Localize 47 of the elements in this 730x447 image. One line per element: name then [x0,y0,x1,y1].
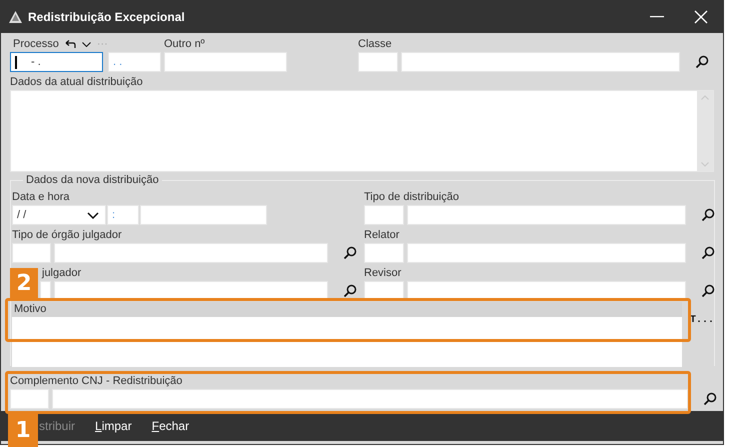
search-icon[interactable] [695,55,709,69]
close-icon[interactable] [694,10,708,24]
date-extra-field[interactable] [140,205,267,225]
field-label: Data e hora [12,190,70,205]
field-label: Tipo de órgão julgador [12,228,123,243]
minimize-icon[interactable] [650,16,664,18]
toolbar-button[interactable]: Limpar [86,419,141,433]
group-legend: Dados da nova distribuição [23,173,162,187]
callout-badge: 2 [10,268,38,298]
search-icon[interactable] [701,208,715,222]
section-label: Dados da atual distribuição [10,75,144,90]
pyramid-icon [9,10,22,22]
code-field[interactable] [364,205,404,225]
field-label: julgador [40,266,82,281]
chevron-down-icon[interactable] [87,212,99,218]
text-button[interactable]: T... [682,315,714,326]
field-label: Revisor [364,266,402,281]
field-label: Relator [364,228,400,243]
search-icon[interactable] [703,392,717,406]
field-label: Processo [13,37,59,52]
field-label: Classe [358,37,393,52]
search-icon[interactable] [701,284,715,298]
name-field[interactable] [52,389,688,409]
search-icon[interactable] [343,246,357,260]
toolbar-button[interactable]: Fechar [142,419,198,433]
date-field[interactable]: / / [12,205,106,225]
code-field[interactable] [12,243,51,263]
undo-icon[interactable] [64,40,76,48]
field-label: Tipo de distribuição [364,190,460,205]
name-field[interactable] [407,243,686,263]
search-icon[interactable] [343,284,357,298]
other-number-field[interactable] [164,52,287,72]
field-label: Outro nº [164,37,206,52]
process-number-field[interactable]: - . [10,52,103,72]
code-field[interactable] [364,243,404,263]
search-icon[interactable] [701,246,715,260]
field-label: Complemento CNJ - Redistribuição [10,374,184,389]
name-field[interactable] [407,205,686,225]
name-field[interactable] [401,52,680,72]
code-field[interactable] [358,52,398,72]
name-field[interactable] [54,243,328,263]
callout-badge: 1 [8,413,38,447]
reason-textarea[interactable] [12,317,682,367]
code-field[interactable] [10,389,49,409]
chevron-down-icon[interactable] [82,42,91,46]
window-title: Redistribuição Excepcional [28,10,186,24]
field-label: Motivo [12,302,682,317]
